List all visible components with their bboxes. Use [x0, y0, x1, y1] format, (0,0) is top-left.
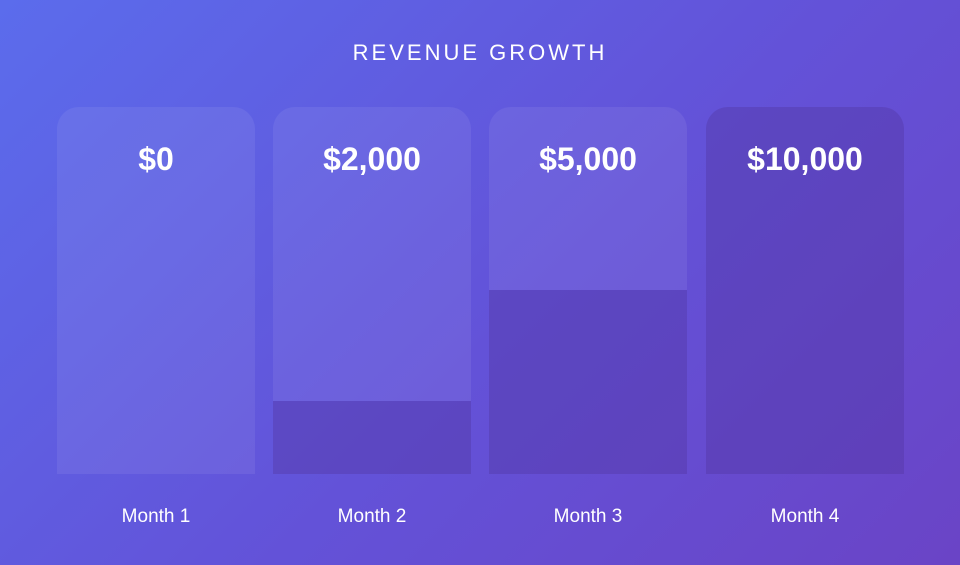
bar — [489, 290, 687, 474]
bar-chart: $0 $2,000 $5,000 $10,000 Month 1 Month 2… — [0, 0, 960, 565]
bar-column: $2,000 — [273, 107, 471, 474]
bar-value-label: $5,000 — [539, 141, 637, 177]
x-tick-label: Month 4 — [770, 506, 840, 527]
x-tick-label: Month 3 — [553, 506, 623, 527]
x-tick-label: Month 2 — [337, 506, 407, 527]
bar-value-label: $0 — [138, 141, 174, 177]
bar-column: $10,000 — [706, 107, 904, 474]
bar-value-label: $2,000 — [323, 141, 421, 177]
bar-column: $0 — [57, 107, 255, 474]
x-tick-label: Month 1 — [121, 506, 191, 527]
bar-column: $5,000 — [489, 107, 687, 474]
bar — [273, 401, 471, 474]
bar-value-label: $10,000 — [747, 141, 863, 177]
